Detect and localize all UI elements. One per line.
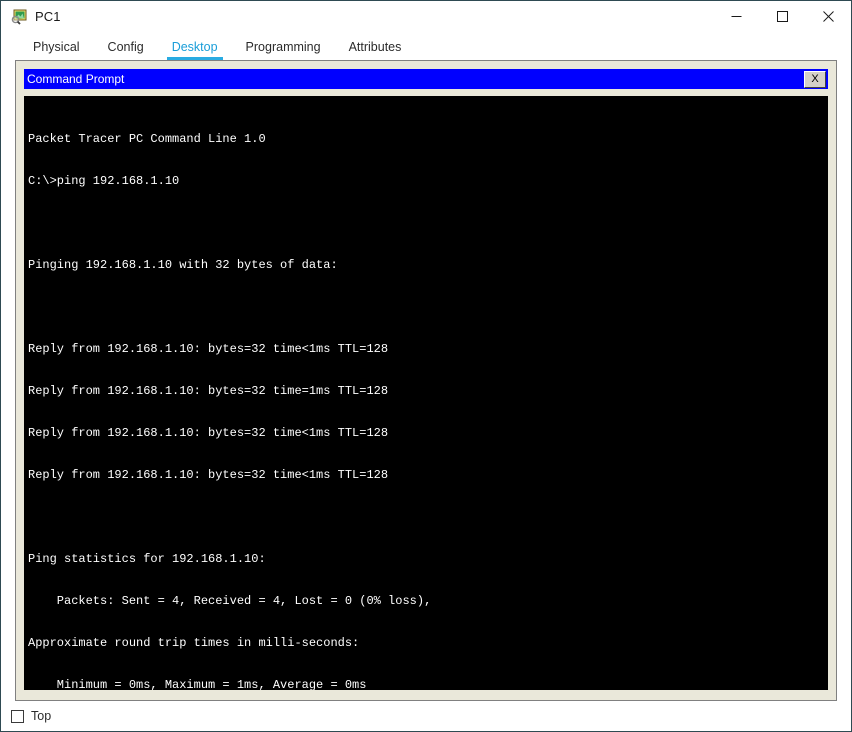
terminal-line: Ping statistics for 192.168.1.10: <box>28 552 266 566</box>
tab-config-label: Config <box>107 40 144 54</box>
device-tabstrip: Physical Config Desktop Programming Attr… <box>1 32 851 60</box>
terminal-line: Minimum = 0ms, Maximum = 1ms, Average = … <box>28 678 367 690</box>
terminal-line: Pinging 192.168.1.10 with 32 bytes of da… <box>28 258 338 272</box>
maximize-button[interactable] <box>759 1 805 32</box>
minimize-button[interactable] <box>713 1 759 32</box>
titlebar-terminal-gap <box>24 89 828 96</box>
terminal-line: Approximate round trip times in milli-se… <box>28 636 360 650</box>
terminal-line: Reply from 192.168.1.10: bytes=32 time<1… <box>28 468 389 482</box>
window-title: PC1 <box>35 9 61 24</box>
tab-config[interactable]: Config <box>94 40 158 60</box>
application-panel: Command Prompt X Packet Tracer PC Comman… <box>15 60 837 701</box>
top-checkbox[interactable] <box>11 709 24 723</box>
window-footer: Top <box>1 701 851 731</box>
terminal-line: Reply from 192.168.1.10: bytes=32 time=1… <box>28 384 389 398</box>
packet-tracer-pc-icon <box>11 9 27 25</box>
tab-desktop[interactable]: Desktop <box>158 40 232 60</box>
command-prompt-window: Command Prompt X Packet Tracer PC Comman… <box>24 69 828 690</box>
terminal-line: C:\>ping 192.168.1.10 <box>28 174 180 188</box>
tab-programming[interactable]: Programming <box>232 40 335 60</box>
command-prompt-close-button[interactable]: X <box>804 70 826 88</box>
tab-attributes[interactable]: Attributes <box>335 40 416 60</box>
tab-programming-label: Programming <box>245 40 321 54</box>
top-checkbox-label: Top <box>31 709 52 723</box>
terminal-line: Reply from 192.168.1.10: bytes=32 time<1… <box>28 342 389 356</box>
terminal-line: Packets: Sent = 4, Received = 4, Lost = … <box>28 594 432 608</box>
terminal-line: Packet Tracer PC Command Line 1.0 <box>28 132 266 146</box>
pc1-window: PC1 Physical Config Desktop Programming … <box>0 0 852 732</box>
window-controls <box>713 1 851 32</box>
tab-physical[interactable]: Physical <box>19 40 94 60</box>
command-prompt-title: Command Prompt <box>27 72 125 86</box>
command-prompt-titlebar: Command Prompt X <box>24 69 828 89</box>
tab-attributes-label: Attributes <box>348 40 402 54</box>
tab-desktop-label: Desktop <box>171 40 218 54</box>
terminal-line: Reply from 192.168.1.10: bytes=32 time<1… <box>28 426 389 440</box>
close-button[interactable] <box>805 1 851 32</box>
window-titlebar: PC1 <box>1 1 851 32</box>
desktop-tab-content: Command Prompt X Packet Tracer PC Comman… <box>1 60 851 701</box>
tab-physical-label: Physical <box>33 40 80 54</box>
terminal-output[interactable]: Packet Tracer PC Command Line 1.0 C:\>pi… <box>24 96 828 690</box>
